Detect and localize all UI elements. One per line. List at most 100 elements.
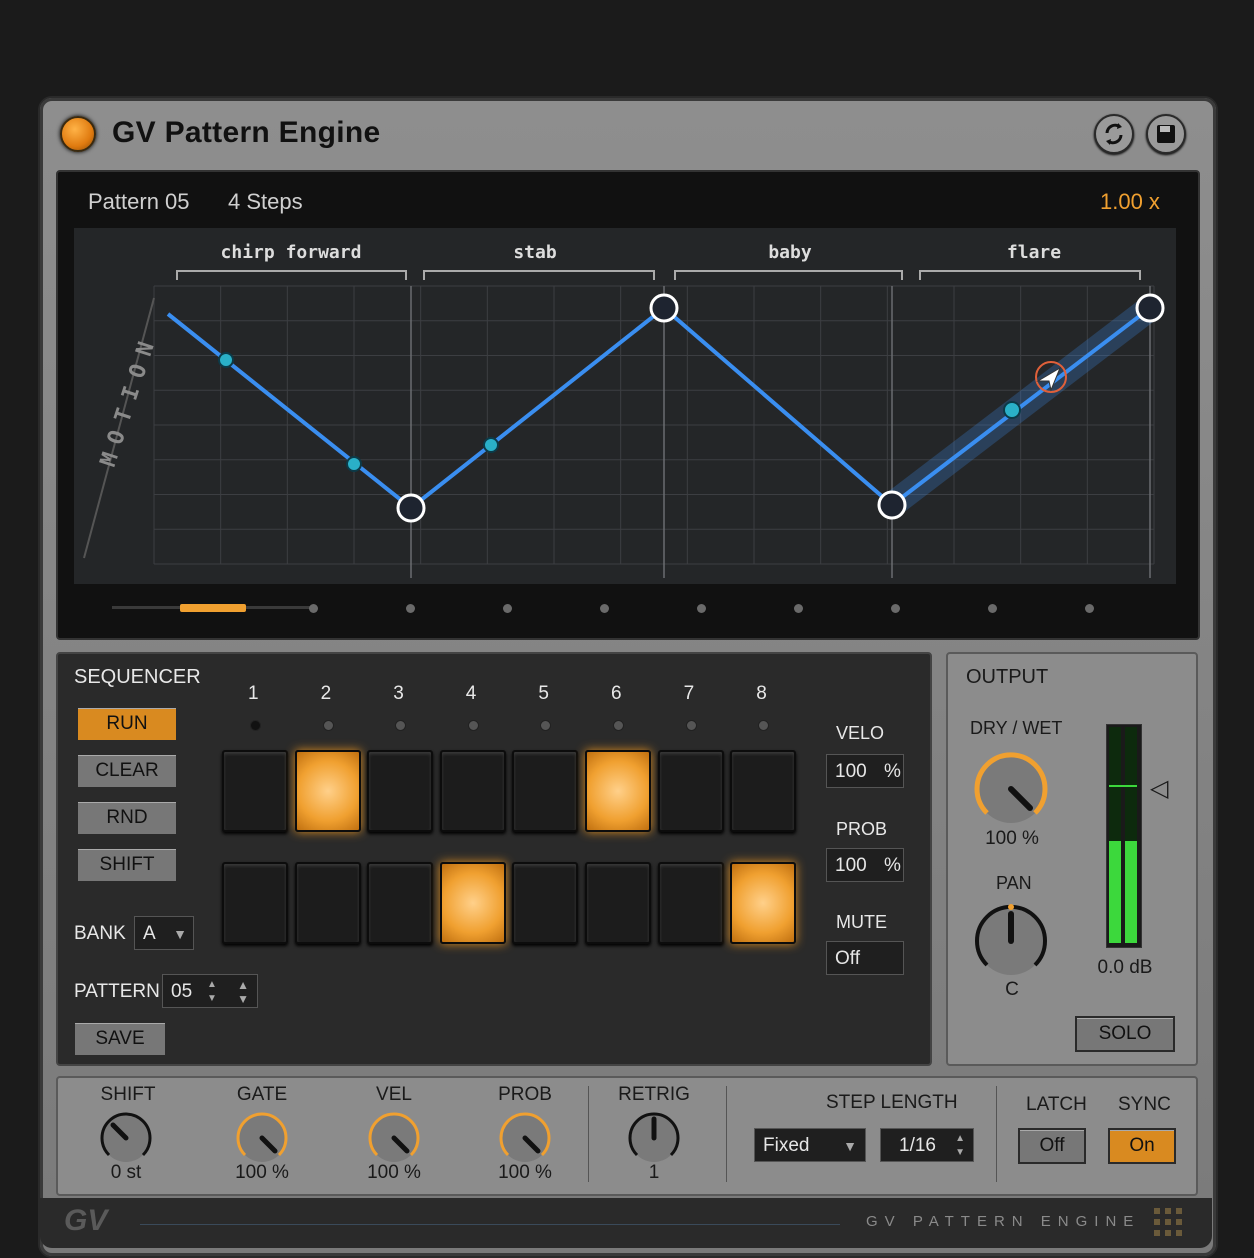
retrig-value: 1 (648, 1162, 660, 1183)
position-indicator[interactable] (180, 604, 246, 612)
pattern-name: Pattern 05 (88, 189, 190, 214)
curve-handle[interactable] (218, 352, 234, 368)
refresh-icon (1105, 123, 1123, 145)
step-value: 1/16 (899, 1135, 936, 1156)
step-number: 4 (465, 683, 477, 704)
curve-handle[interactable] (346, 456, 362, 472)
drywet-knob[interactable] (970, 748, 1052, 830)
step-pad[interactable] (294, 862, 361, 944)
step-pad[interactable] (512, 862, 579, 944)
pattern-stepper[interactable]: 05 ▲ ▼ ▲ ▼ (162, 974, 258, 1008)
step-dot[interactable] (891, 604, 900, 613)
step-pad[interactable] (512, 750, 579, 832)
prob-label: PROB (836, 819, 888, 839)
curve-node[interactable] (877, 490, 907, 520)
step-pad[interactable] (657, 750, 724, 832)
divider (588, 1086, 589, 1182)
dots-grid-icon (1152, 1206, 1186, 1243)
save-button[interactable]: SAVE (73, 1021, 167, 1057)
stepper-arrows-icon[interactable]: ▲ ▼ (955, 1129, 965, 1160)
stepper-arrows-icon[interactable]: ▲ ▼ (207, 975, 217, 1006)
retrig-knob[interactable] (624, 1110, 684, 1164)
vel-knob[interactable] (364, 1110, 424, 1164)
step-number: 2 (320, 683, 332, 704)
step-number: 8 (756, 683, 767, 704)
step-pad[interactable] (439, 750, 506, 832)
mute-label: MUTE (836, 912, 887, 932)
shift-knob[interactable] (96, 1110, 156, 1164)
prob-value: 100 (835, 855, 867, 876)
step-pad[interactable] (222, 750, 288, 832)
pattern-value: 05 (171, 981, 193, 1002)
step-dot[interactable] (1085, 604, 1094, 613)
gate-label: GATE (236, 1084, 288, 1105)
step-dot[interactable] (406, 604, 415, 613)
clear-button[interactable]: CLEAR (76, 753, 178, 789)
step-pad[interactable] (730, 750, 797, 832)
bank-select[interactable]: A ▼ (134, 916, 194, 950)
footer-line (140, 1224, 840, 1225)
prob-field[interactable]: 100 % (826, 848, 904, 882)
sync-toggle[interactable]: On (1108, 1128, 1176, 1164)
pan-value: C (1005, 979, 1019, 1000)
mute-field[interactable]: Off (826, 941, 904, 975)
step-dot[interactable] (600, 604, 609, 613)
footer-logo: GV (64, 1204, 108, 1237)
curve-handle[interactable] (1003, 401, 1021, 419)
pan-label: PAN (996, 873, 1032, 893)
solo-button[interactable]: SOLO (1075, 1016, 1175, 1052)
sequencer-title: SEQUENCER (74, 666, 201, 688)
step-dot[interactable] (309, 604, 318, 613)
stepper-arrows-icon[interactable]: ▲ ▼ (237, 975, 249, 1006)
output-level: 0.0 dB (1097, 957, 1153, 978)
curve-node[interactable] (396, 493, 426, 523)
gate-value: 100 % (235, 1162, 289, 1183)
shift-label: SHIFT (100, 1084, 156, 1105)
run-button[interactable]: RUN (76, 706, 178, 742)
step-number: 3 (393, 683, 404, 704)
step-mode-select[interactable]: Fixed ▼ (754, 1128, 866, 1162)
segment-label: chirp forward (221, 242, 362, 263)
plugin-title: GV Pattern Engine (112, 116, 381, 149)
output-panel (946, 652, 1198, 1066)
step-number: 1 (248, 683, 259, 704)
step-dot[interactable] (794, 604, 803, 613)
latch-toggle[interactable]: Off (1018, 1128, 1086, 1164)
step-pad[interactable] (367, 750, 434, 832)
pattern-label: PATTERN (74, 981, 160, 1002)
sync-icon-button[interactable] (1094, 114, 1134, 154)
step-dot[interactable] (697, 604, 706, 613)
step-dot[interactable] (503, 604, 512, 613)
step-number: 6 (611, 683, 622, 704)
step-pad[interactable] (439, 862, 506, 944)
power-button[interactable] (60, 116, 96, 152)
segment-label: baby (768, 242, 812, 263)
prob-knob[interactable] (495, 1110, 555, 1164)
gate-knob[interactable] (232, 1110, 292, 1164)
step-value-stepper[interactable]: 1/16 ▲ ▼ (880, 1128, 974, 1162)
pan-knob[interactable] (970, 900, 1052, 982)
shift-button[interactable]: SHIFT (76, 847, 178, 883)
curve-node[interactable] (649, 293, 679, 323)
step-dot[interactable] (988, 604, 997, 613)
step-pad[interactable] (294, 750, 361, 832)
rate-readout: 1.00 x (1100, 189, 1160, 214)
step-pad[interactable] (585, 750, 651, 832)
drywet-value: 100 % (985, 828, 1039, 849)
velo-field[interactable]: 100 % (826, 754, 904, 788)
step-pad[interactable] (657, 862, 724, 944)
step-pad[interactable] (222, 862, 288, 944)
step-number: 5 (538, 683, 549, 704)
meter-pointer-icon[interactable]: ◁ (1150, 774, 1168, 803)
shift-value: 0 st (110, 1162, 142, 1183)
save-preset-button[interactable] (1146, 114, 1186, 154)
curve-handle[interactable] (483, 437, 499, 453)
curve-node[interactable] (1135, 293, 1165, 323)
step-pad[interactable] (585, 862, 651, 944)
random-button[interactable]: RND (76, 800, 178, 836)
floppy-icon (1157, 125, 1175, 143)
step-pad[interactable] (367, 862, 434, 944)
bank-value: A (143, 923, 156, 944)
step-pad[interactable] (730, 862, 797, 944)
motion-graph[interactable]: MOTION chirp forward stab baby flare (74, 228, 1176, 584)
